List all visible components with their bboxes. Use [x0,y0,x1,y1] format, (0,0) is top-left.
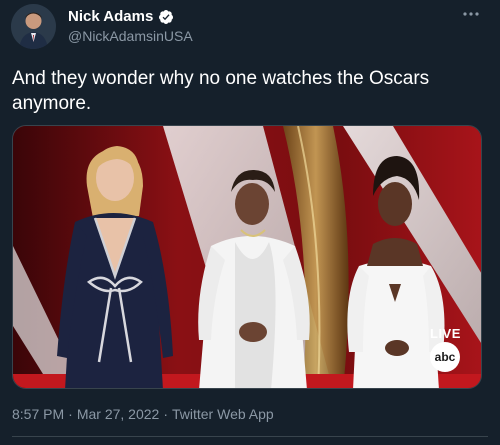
author-display-name[interactable]: Nick Adams [68,8,153,25]
tweet-card: Nick Adams @NickAdamsinUSA And they wond… [0,0,500,445]
tweet-source[interactable]: Twitter Web App [172,406,274,422]
avatar[interactable] [11,4,56,49]
oscars-stage-photo [13,126,481,388]
verified-badge-icon [159,9,174,24]
tweet-date[interactable]: Mar 27, 2022 [77,406,160,422]
more-horizontal-icon[interactable] [460,6,482,22]
avatar-photo-icon [11,4,56,49]
live-badge: LIVE [430,326,461,341]
tweet-media-image[interactable] [12,125,482,389]
meta-separator: · [163,406,168,422]
tweet-time[interactable]: 8:57 PM [12,406,64,422]
abc-logo: abc [430,342,460,372]
divider [12,436,488,437]
tweet-text: And they wonder why no one watches the O… [12,68,430,114]
tweet-meta: 8:57 PM · Mar 27, 2022 · Twitter Web App [12,406,274,422]
meta-separator: · [68,406,73,422]
author-name-row: Nick Adams [68,8,174,25]
author-handle[interactable]: @NickAdamsinUSA [68,28,193,44]
